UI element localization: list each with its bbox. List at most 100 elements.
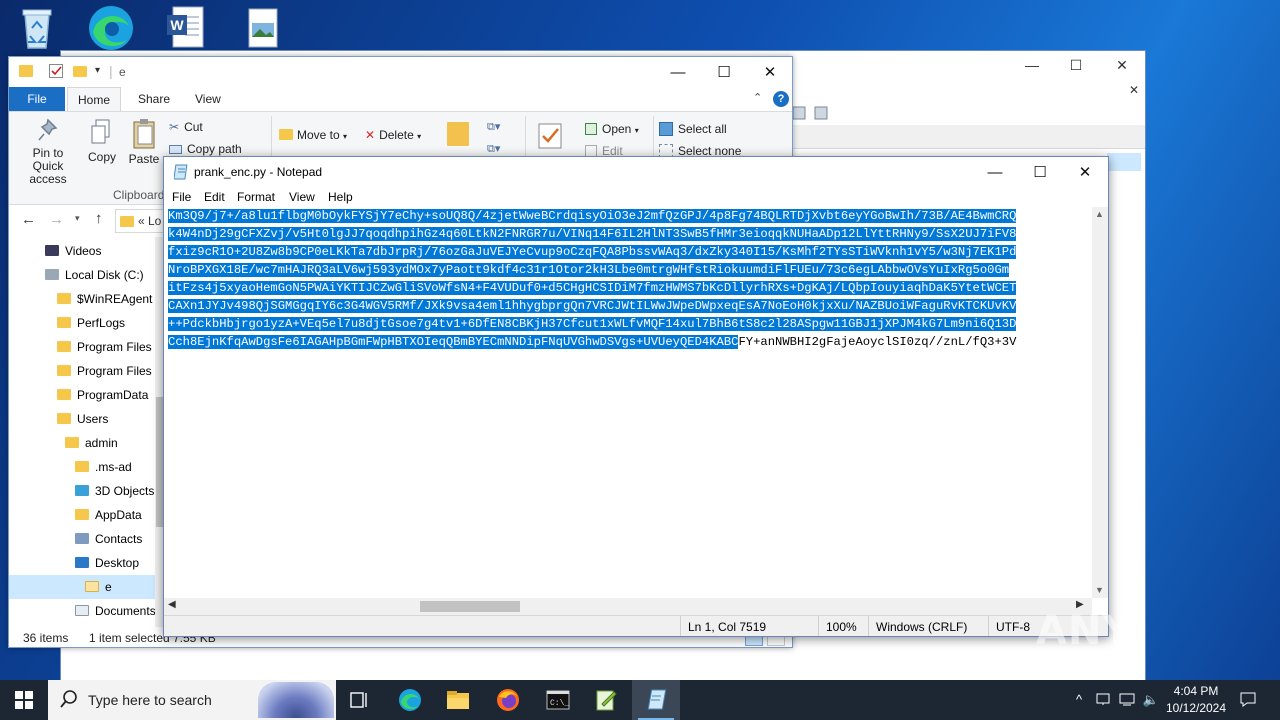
selected-text: Cch8EjnKfqAwDgsFe6IAGAHpBGmFWpHBTXOIeqQB… bbox=[168, 335, 739, 349]
forward-icon[interactable]: → bbox=[49, 211, 64, 228]
edge-icon bbox=[399, 689, 421, 711]
maximize-icon[interactable]: ☐ bbox=[1017, 157, 1063, 187]
quick-access-dropdown-icon[interactable]: ▾ bbox=[95, 65, 100, 76]
tree-item-label: Documents bbox=[95, 604, 156, 618]
delete-label: Delete bbox=[379, 128, 414, 142]
pin-quick-access-button[interactable]: Pin to Quick access bbox=[13, 118, 83, 186]
tab-view[interactable]: View bbox=[185, 87, 231, 111]
menu-help[interactable]: Help bbox=[328, 187, 353, 207]
tree-item[interactable]: Desktop bbox=[9, 551, 155, 575]
scroll-left-icon[interactable]: ◀ bbox=[168, 599, 176, 610]
svg-text:C:\_: C:\_ bbox=[550, 699, 569, 708]
tree-item-label: PerfLogs bbox=[77, 316, 126, 330]
notepadpp-taskbar-button[interactable] bbox=[582, 680, 630, 720]
new-folder-icon[interactable] bbox=[73, 65, 93, 79]
text-editor[interactable]: Km3Q9/j7+/a8lu1flbgM0bOykFYSjY7eChy+soUQ… bbox=[164, 207, 1097, 598]
tree-item[interactable]: Contacts bbox=[9, 527, 155, 551]
text-line: NroBPXGX18E/wc7mHAJRQ3aLV6wj593ydMOx7yPa… bbox=[168, 261, 1010, 279]
tree-item[interactable]: Local Disk (C:) bbox=[9, 263, 155, 287]
minimize-icon[interactable]: — bbox=[1017, 57, 1047, 73]
tree-item[interactable]: admin bbox=[9, 431, 155, 455]
selection-count: 1 item selected bbox=[89, 631, 170, 645]
text-line: fxiz9cR1O+2U8Zw8b9CP0eLKkTa7dbJrpRj/76oz… bbox=[168, 243, 1017, 261]
collapse-ribbon-icon[interactable]: ⌃ bbox=[753, 91, 762, 104]
tree-item[interactable]: Users bbox=[9, 407, 155, 431]
cut-button[interactable]: ✂ Cut bbox=[169, 120, 203, 134]
close-icon[interactable]: ✕ bbox=[1107, 57, 1137, 74]
explorer-title: e bbox=[119, 65, 126, 79]
close-icon[interactable]: ✕ bbox=[747, 57, 792, 87]
tree-item[interactable]: PerfLogs bbox=[9, 311, 155, 335]
properties-big-icon[interactable] bbox=[537, 122, 563, 153]
folder-icon bbox=[120, 216, 134, 227]
vertical-scrollbar[interactable]: ▲ ▼ bbox=[1092, 207, 1108, 598]
display-icon[interactable] bbox=[1116, 680, 1138, 720]
tab-share[interactable]: Share bbox=[128, 87, 180, 111]
folder-icon bbox=[57, 389, 71, 400]
tree-item[interactable]: $WinREAgent bbox=[9, 287, 155, 311]
select-all-button[interactable]: Select all bbox=[659, 122, 727, 136]
tree-item[interactable]: Documents bbox=[9, 599, 156, 623]
edge-taskbar-button[interactable] bbox=[386, 680, 434, 720]
properties-icon[interactable] bbox=[49, 64, 63, 78]
videos-icon bbox=[45, 245, 59, 256]
show-hidden-icons-icon[interactable]: ^ bbox=[1068, 680, 1090, 720]
tree-item[interactable]: AppData bbox=[9, 503, 155, 527]
ribbon-tabs: File Home Share View ⌃ ? bbox=[9, 87, 792, 111]
tab-home[interactable]: Home bbox=[67, 87, 122, 111]
cmd-taskbar-button[interactable]: C:\_ bbox=[534, 680, 582, 720]
copy-button[interactable]: Copy bbox=[85, 118, 119, 164]
menu-file[interactable]: File bbox=[172, 187, 191, 207]
minimize-icon[interactable]: — bbox=[972, 157, 1018, 187]
text-line: Km3Q9/j7+/a8lu1flbgM0bOykFYSjY7eChy+soUQ… bbox=[168, 207, 1017, 225]
recent-locations-icon[interactable]: ▾ bbox=[75, 213, 80, 224]
tab-file[interactable]: File bbox=[9, 87, 65, 111]
menu-view[interactable]: View bbox=[289, 187, 315, 207]
recycle-bin-icon[interactable] bbox=[12, 4, 62, 52]
minimize-icon[interactable]: — bbox=[655, 57, 701, 87]
back-icon[interactable]: ← bbox=[21, 211, 36, 228]
tree-item[interactable]: e bbox=[9, 575, 155, 599]
close-icon[interactable]: ✕ bbox=[1119, 83, 1149, 97]
search-box[interactable]: Type here to search bbox=[48, 680, 336, 720]
horizontal-scrollbar[interactable]: ◀ ▶ bbox=[164, 598, 1092, 615]
notepad-taskbar-button[interactable] bbox=[632, 680, 680, 720]
tree-item[interactable]: Program Files bbox=[9, 335, 155, 359]
scroll-up-icon[interactable]: ▲ bbox=[1095, 209, 1104, 219]
paste-button[interactable]: Paste bbox=[125, 118, 163, 166]
volume-icon[interactable]: 🔈 bbox=[1140, 680, 1162, 720]
copy-path-button[interactable]: Copy path bbox=[169, 142, 242, 156]
tree-item[interactable]: Videos bbox=[9, 239, 155, 263]
image-file-icon[interactable] bbox=[236, 4, 286, 52]
start-button[interactable] bbox=[0, 680, 48, 720]
selected-text: CAXn1JYJv498QjSGMGgqIY6c3G4WGV5RMf/JXk9v… bbox=[168, 299, 1017, 313]
menu-edit[interactable]: Edit bbox=[204, 187, 225, 207]
scroll-down-icon[interactable]: ▼ bbox=[1095, 585, 1104, 595]
maximize-icon[interactable]: ☐ bbox=[701, 57, 747, 87]
firefox-taskbar-button[interactable] bbox=[484, 680, 532, 720]
task-view-button[interactable] bbox=[336, 680, 384, 720]
clock[interactable]: 4:04 PM 10/12/2024 bbox=[1164, 683, 1228, 719]
help-icon[interactable]: ? bbox=[773, 91, 789, 107]
open-button[interactable]: Open ▾ bbox=[585, 122, 639, 136]
easy-access-icon[interactable]: ⧉▾ bbox=[487, 142, 500, 156]
new-item-icon[interactable]: ⧉▾ bbox=[487, 120, 500, 134]
up-icon[interactable]: ↑ bbox=[95, 210, 103, 227]
tree-item[interactable]: Program Files bbox=[9, 359, 155, 383]
maximize-icon[interactable]: ☐ bbox=[1061, 57, 1091, 74]
new-folder-big-icon[interactable] bbox=[447, 122, 475, 148]
horizontal-scroll-thumb[interactable] bbox=[420, 601, 520, 612]
edge-icon[interactable] bbox=[86, 4, 136, 52]
tree-item[interactable]: .ms-ad bbox=[9, 455, 155, 479]
copy-label: Copy bbox=[87, 150, 116, 164]
tree-item[interactable]: 3D Objects bbox=[9, 479, 155, 503]
close-icon[interactable]: ✕ bbox=[1062, 157, 1108, 187]
menu-format[interactable]: Format bbox=[237, 187, 275, 207]
move-to-button[interactable]: Move to ▾ bbox=[279, 128, 347, 142]
tree-item[interactable]: ProgramData bbox=[9, 383, 155, 407]
file-explorer-taskbar-button[interactable] bbox=[434, 680, 482, 720]
word-document-icon[interactable]: W bbox=[160, 4, 210, 52]
notifications-icon[interactable] bbox=[1236, 680, 1260, 720]
network-icon[interactable] bbox=[1094, 680, 1114, 720]
delete-button[interactable]: ✕ Delete ▾ bbox=[365, 128, 421, 142]
